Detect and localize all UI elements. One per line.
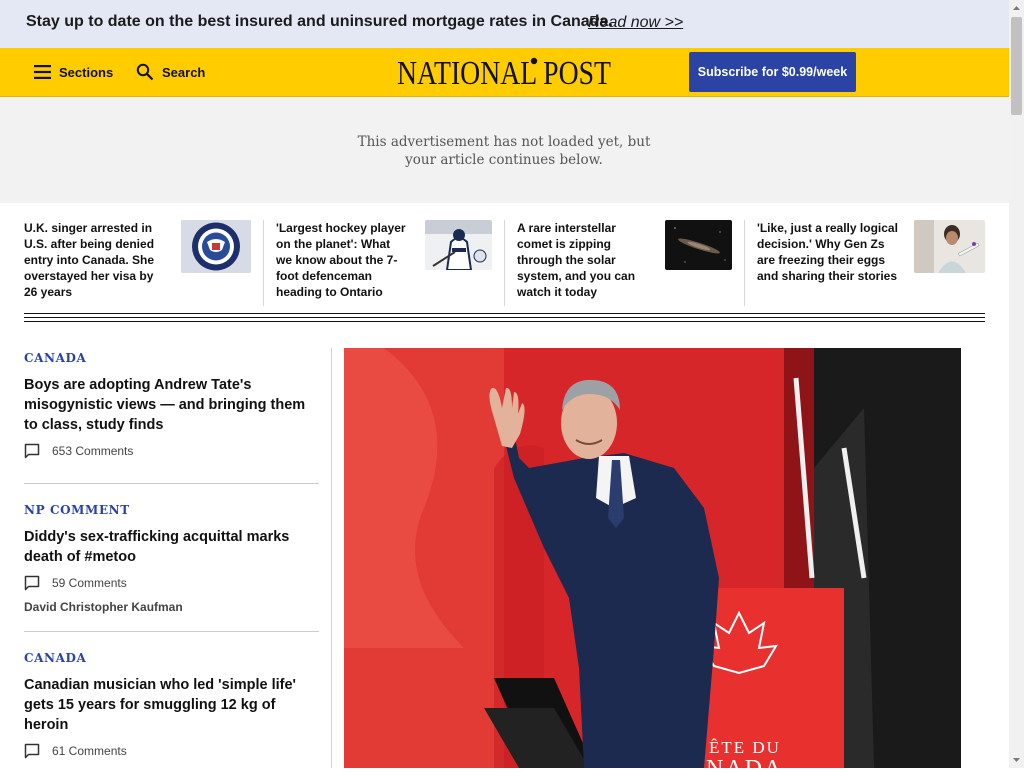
comments-link[interactable]: 653 Comments [24,443,319,459]
scrollbar[interactable] [1009,0,1024,768]
trending-separator [744,220,745,306]
trending-story[interactable]: U.K. singer arrested in U.S. after being… [24,220,251,306]
scroll-down-arrow-icon[interactable] [1009,751,1024,768]
comments-count: 653 Comments [52,444,134,458]
promo-banner: Stay up to date on the best insured and … [0,0,1009,48]
maple-leaf-icon [530,57,538,65]
search-label: Search [162,64,206,80]
story-kicker[interactable]: CANADA [24,351,319,365]
trending-headline[interactable]: 'Largest hockey player on the planet': W… [276,220,408,300]
trending-headline[interactable]: U.K. singer arrested in U.S. after being… [24,220,168,300]
story-divider [24,631,319,632]
stage-sign-text: ÊTE DU [709,738,781,757]
trending-headline[interactable]: 'Like, just a really logical decision.' … [757,220,899,284]
trending-story[interactable]: 'Like, just a really logical decision.' … [757,220,985,306]
story-card[interactable]: NP COMMENT Diddy's sex-trafficking acqui… [24,503,319,614]
comment-icon [24,575,40,591]
promo-read-now-link[interactable]: Read now >> [588,14,683,32]
trending-headline[interactable]: A rare interstellar comet is zipping thr… [517,220,647,300]
story-card[interactable]: CANADA Canadian musician who led 'simple… [24,651,319,759]
advertisement-placeholder: This advertisement has not loaded yet, b… [0,97,1009,203]
homeland-security-seal-image[interactable] [181,220,251,273]
column-separator [331,348,332,768]
comet-image[interactable] [665,220,732,270]
comment-icon [24,743,40,759]
comments-link[interactable]: 61 Comments [24,743,319,759]
story-divider [24,483,319,484]
egg-freezing-image[interactable] [914,220,985,273]
scrollbar-thumb[interactable] [1011,17,1022,115]
subscribe-label: Subscribe for $0.99/week [697,65,848,79]
story-kicker[interactable]: NP COMMENT [24,503,319,517]
story-headline[interactable]: Canadian musician who led 'simple life' … [24,675,319,735]
section-rule [24,313,985,324]
comments-link[interactable]: 59 Comments [24,575,319,591]
story-headline[interactable]: Diddy's sex-trafficking acquittal marks … [24,527,319,567]
hockey-player-image[interactable] [425,220,492,270]
story-card[interactable]: CANADA Boys are adopting Andrew Tate's m… [24,351,319,459]
sections-button[interactable]: Sections [34,48,113,96]
trending-separator [263,220,264,306]
promo-text: Stay up to date on the best insured and … [26,13,613,30]
stage-sign-text-2: NADA [706,756,783,768]
page: Stay up to date on the best insured and … [0,0,1009,768]
hero-image[interactable]: ÊTE DU NADA [344,348,961,768]
subscribe-button[interactable]: Subscribe for $0.99/week [689,52,856,92]
story-headline[interactable]: Boys are adopting Andrew Tate's misogyni… [24,375,319,435]
comments-count: 59 Comments [52,576,127,590]
story-kicker[interactable]: CANADA [24,651,319,665]
logo-text: NATIONAL POST [397,55,611,91]
sections-label: Sections [59,64,114,80]
national-post-logo[interactable]: NATIONAL POST [396,53,612,91]
search-button[interactable]: Search [136,48,205,96]
trending-story[interactable]: 'Largest hockey player on the planet': W… [276,220,492,306]
story-byline[interactable]: David Christopher Kaufman [24,600,319,614]
site-header: Sections Search NATIONAL POST Subscribe … [0,48,1009,97]
comments-count: 61 Comments [52,744,127,758]
menu-icon [34,65,51,79]
trending-story[interactable]: A rare interstellar comet is zipping thr… [517,220,732,306]
scroll-up-arrow-icon[interactable] [1009,0,1024,17]
trending-separator [504,220,505,306]
search-icon [136,63,154,81]
comment-icon [24,443,40,459]
ad-message: This advertisement has not loaded yet, b… [357,134,651,168]
